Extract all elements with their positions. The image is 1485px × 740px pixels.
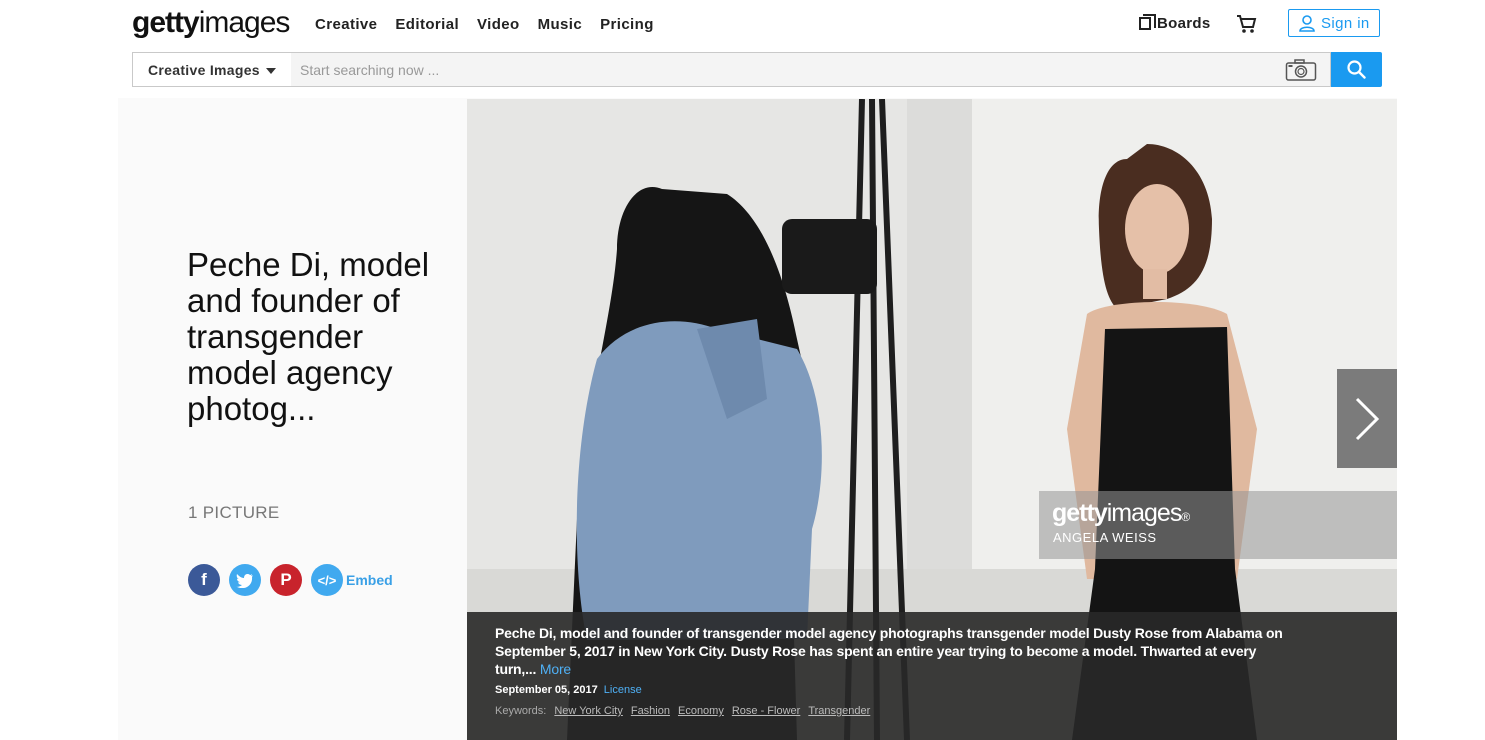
sign-in-label: Sign in bbox=[1321, 14, 1370, 32]
next-image-button[interactable] bbox=[1337, 369, 1397, 468]
twitter-icon[interactable] bbox=[229, 564, 261, 596]
image-type-dropdown[interactable]: Creative Images bbox=[132, 52, 292, 87]
caption-date: September 05, 2017 bbox=[495, 684, 598, 696]
photographer-credit: ANGELA WEISS bbox=[1053, 530, 1157, 545]
boards-icon bbox=[1139, 14, 1156, 30]
boards-label: Boards bbox=[1157, 15, 1211, 32]
nav-video[interactable]: Video bbox=[477, 16, 520, 33]
keyword-link[interactable]: Fashion bbox=[631, 705, 670, 717]
caret-down-icon bbox=[265, 67, 276, 74]
photo-caption: Peche Di, model and founder of transgend… bbox=[467, 612, 1397, 740]
nav-editorial[interactable]: Editorial bbox=[395, 16, 459, 33]
boards-link[interactable]: Boards bbox=[1139, 14, 1211, 32]
site-header: gettyimages Creative Editorial Video Mus… bbox=[118, 0, 1397, 98]
watermark-logo: gettyimages® bbox=[1052, 499, 1190, 527]
keyword-link[interactable]: Transgender bbox=[808, 705, 870, 717]
caption-text: Peche Di, model and founder of transgend… bbox=[495, 624, 1285, 678]
image-type-label: Creative Images bbox=[148, 61, 260, 78]
cart-icon[interactable] bbox=[1236, 14, 1258, 34]
sign-in-button[interactable]: Sign in bbox=[1288, 9, 1380, 37]
embed-icon[interactable]: </> bbox=[311, 564, 343, 596]
search-button[interactable] bbox=[1331, 52, 1382, 87]
main-photo[interactable]: gettyimages® ANGELA WEISS Peche Di, mode… bbox=[467, 99, 1397, 740]
user-icon bbox=[1299, 14, 1315, 32]
main-nav: Creative Editorial Video Music Pricing bbox=[315, 16, 654, 33]
album-title: Peche Di, model and founder of transgend… bbox=[187, 246, 430, 427]
search-icon bbox=[1347, 60, 1366, 79]
caption-more-link[interactable]: More bbox=[540, 661, 571, 677]
camera-icon[interactable] bbox=[1285, 58, 1317, 82]
picture-count: 1 PICTURE bbox=[188, 503, 280, 522]
nav-pricing[interactable]: Pricing bbox=[600, 16, 654, 33]
search-input[interactable] bbox=[291, 52, 1331, 87]
nav-creative[interactable]: Creative bbox=[315, 16, 377, 33]
chevron-right-icon bbox=[1355, 397, 1380, 440]
keywords-label: Keywords: bbox=[495, 705, 547, 717]
keyword-link[interactable]: New York City bbox=[554, 705, 622, 717]
keyword-link[interactable]: Economy bbox=[678, 705, 724, 717]
embed-link[interactable]: Embed bbox=[346, 572, 393, 588]
caption-date-line: September 05, 2017 License bbox=[495, 684, 642, 696]
caption-body: Peche Di, model and founder of transgend… bbox=[495, 625, 1283, 677]
license-link[interactable]: License bbox=[604, 684, 642, 696]
nav-music[interactable]: Music bbox=[538, 16, 583, 33]
search-bar: Creative Images bbox=[132, 52, 1382, 87]
share-bar: f P </> Embed bbox=[188, 564, 393, 596]
facebook-icon[interactable]: f bbox=[188, 564, 220, 596]
getty-watermark: gettyimages® ANGELA WEISS bbox=[1039, 491, 1397, 559]
keyword-link[interactable]: Rose - Flower bbox=[732, 705, 800, 717]
keywords-row: Keywords: New York City Fashion Economy … bbox=[495, 705, 870, 717]
getty-logo[interactable]: gettyimages bbox=[132, 6, 290, 40]
pinterest-icon[interactable]: P bbox=[270, 564, 302, 596]
